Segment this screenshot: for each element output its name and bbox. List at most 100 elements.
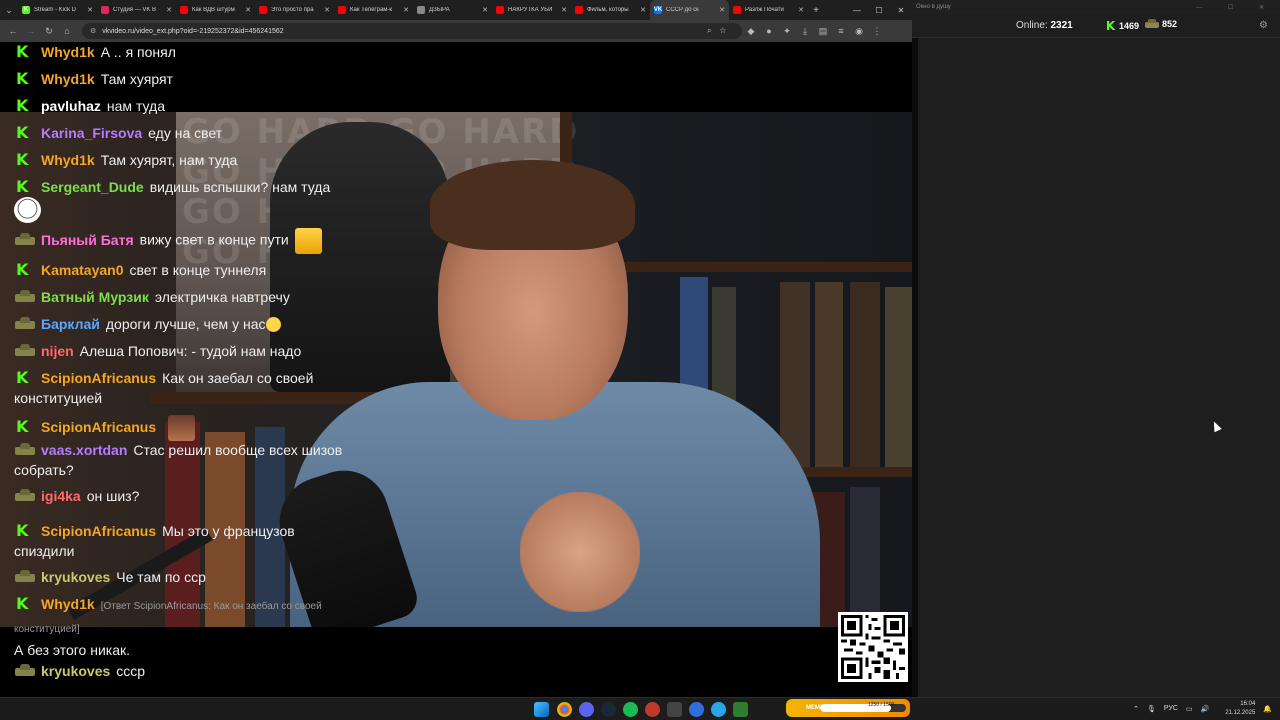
chat-username[interactable]: kryukoves xyxy=(41,569,110,585)
notification-bell-icon[interactable]: 🔔 xyxy=(1263,705,1272,713)
tab-title: ДЗЫРА xyxy=(429,7,450,13)
chat-window-controls[interactable]: — ☐ ✕ xyxy=(1196,4,1276,11)
tab-close-icon[interactable]: ✕ xyxy=(324,6,330,14)
browser-tab[interactable]: Студия — VK В ✕ xyxy=(97,0,176,20)
chat-username[interactable]: Whyd1k xyxy=(41,152,95,168)
site-info-icon[interactable]: ⚙ xyxy=(90,27,96,35)
obs-icon[interactable] xyxy=(645,702,660,717)
browser-tab[interactable]: НАКРУТКА УБИ ✕ xyxy=(492,0,571,20)
back-icon[interactable]: ← xyxy=(4,22,22,40)
browser-tab[interactable]: Разлж Почати ✕ xyxy=(729,0,808,20)
chat-message: vaas.xortdan Стас решил вообще всех шизов… xyxy=(14,440,359,480)
spotify-icon[interactable] xyxy=(623,702,638,717)
chat-username[interactable]: ScipionAfricanus xyxy=(41,523,156,539)
volume-icon[interactable]: 🔊 xyxy=(1201,705,1210,713)
man-face-emote xyxy=(168,415,196,441)
reload-icon[interactable]: ↻ xyxy=(40,22,58,40)
extension-icon[interactable]: ◆ xyxy=(742,22,760,40)
navigation-bar: ← → ↻ ⌂ ⚙ vkvideo.ru/video_ext.php?oid=-… xyxy=(0,20,912,42)
tab-favicon-icon: K xyxy=(22,6,30,14)
chat-username[interactable]: ScipionAfricanus xyxy=(41,370,156,386)
person-hair xyxy=(430,160,635,250)
browser-tab[interactable]: Фильм, которы ✕ xyxy=(571,0,650,20)
chat-username[interactable]: igi4ka xyxy=(41,488,81,504)
chat-message-text: Там хуярят xyxy=(100,71,173,87)
chat-username[interactable]: Пьяный Батя xyxy=(41,232,134,248)
chat-window: Окно в душу — ☐ ✕ Online: 2321 K 1469 85… xyxy=(912,0,1280,697)
address-bar[interactable]: ⚙ vkvideo.ru/video_ext.php?oid=-21925237… xyxy=(82,23,742,39)
tab-favicon-icon xyxy=(101,6,109,14)
tab-search-chevron-icon[interactable]: ⌄ xyxy=(0,0,18,20)
tray-language[interactable]: РУС xyxy=(1164,705,1178,712)
menu-kebab-icon[interactable]: ⋮ xyxy=(868,22,886,40)
chat-username[interactable]: Sergeant_Dude xyxy=(41,179,144,195)
chat-username[interactable]: Ватный Мурзик xyxy=(41,289,149,305)
minimize-button[interactable]: — xyxy=(846,6,868,15)
browser-tab[interactable]: Как Телеграм-к ✕ xyxy=(334,0,413,20)
chat-window-title: Окно в душу xyxy=(916,4,951,10)
chat-message: Kamatayan0 свет в конце туннеля xyxy=(14,260,359,280)
steam-icon[interactable] xyxy=(601,702,616,717)
tab-close-icon[interactable]: ✕ xyxy=(166,6,172,14)
zoom-icon[interactable]: ⌕ xyxy=(707,26,719,35)
microphone-tray-icon[interactable]: 🎙 xyxy=(1147,705,1156,713)
tab-close-icon[interactable]: ✕ xyxy=(561,6,567,14)
media-player-icon[interactable] xyxy=(689,702,704,717)
telegram-icon[interactable] xyxy=(711,702,726,717)
chat-username[interactable]: Whyd1k xyxy=(41,71,95,87)
chrome-icon[interactable] xyxy=(557,702,572,717)
app-icon[interactable] xyxy=(667,702,682,717)
app-icon[interactable] xyxy=(733,702,748,717)
chat-username[interactable]: pavluhaz xyxy=(41,98,101,114)
clock-date: 21.12.2025 xyxy=(1225,709,1256,716)
windows-start-icon[interactable] xyxy=(534,702,549,717)
chat-username[interactable]: Whyd1k xyxy=(41,596,95,612)
chat-username[interactable]: Kamatayan0 xyxy=(41,262,124,278)
discord-icon[interactable] xyxy=(579,702,594,717)
home-icon[interactable]: ⌂ xyxy=(58,22,76,40)
tab-favicon-icon: VK xyxy=(653,6,663,14)
tank-viewers-stat: 852 xyxy=(1144,19,1177,29)
maximize-button[interactable]: ☐ xyxy=(868,6,890,15)
browser-tab[interactable]: Как ВДВ штурм ✕ xyxy=(176,0,255,20)
chat-username[interactable]: Барклай xyxy=(41,316,100,332)
kick-badge-icon xyxy=(14,260,36,280)
chat-username[interactable]: ScipionAfricanus xyxy=(41,419,156,435)
chat-username[interactable]: Karina_Firsova xyxy=(41,125,142,141)
profile-avatar-icon[interactable]: ◉ xyxy=(850,22,868,40)
tab-favicon-icon xyxy=(338,6,346,14)
tray-chevron-icon[interactable]: ⌃ xyxy=(1133,705,1139,713)
browser-tab[interactable]: Это просто пра ✕ xyxy=(255,0,334,20)
browser-tab[interactable]: VK СССР до ск ✕ xyxy=(650,0,729,20)
url-text: vkvideo.ru/video_ext.php?oid=-219252372&… xyxy=(102,27,284,35)
settings-icon[interactable]: ⚙ xyxy=(1259,20,1268,31)
tab-close-icon[interactable]: ✕ xyxy=(87,6,93,14)
reading-list-icon[interactable]: ≡ xyxy=(832,22,850,40)
chat-username[interactable]: vaas.xortdan xyxy=(41,442,127,458)
chat-message: Барклай дороги лучше, чем у нас xyxy=(14,314,359,334)
forward-icon[interactable]: → xyxy=(22,22,40,40)
browser-tab[interactable]: ДЗЫРА ✕ xyxy=(413,0,492,20)
clock[interactable]: 16:04 21.12.2025 xyxy=(1217,700,1255,718)
tab-close-icon[interactable]: ✕ xyxy=(245,6,251,14)
tab-close-icon[interactable]: ✕ xyxy=(640,6,646,14)
tab-close-icon[interactable]: ✕ xyxy=(719,6,725,14)
chat-username[interactable]: kryukoves xyxy=(41,663,110,679)
sidebar-icon[interactable]: ▤ xyxy=(814,22,832,40)
bookmark-star-icon[interactable]: ☆ xyxy=(719,26,734,35)
tab-close-icon[interactable]: ✕ xyxy=(482,6,488,14)
extensions-puzzle-icon[interactable]: ✦ xyxy=(778,22,796,40)
chat-message: kryukoves Че там по сср xyxy=(14,567,359,587)
chat-username[interactable]: Whyd1k xyxy=(41,44,95,60)
chat-username[interactable]: nijen xyxy=(41,343,74,359)
new-tab-button[interactable]: + xyxy=(808,5,824,16)
browser-tab[interactable]: K Stream - Kick D ✕ xyxy=(18,0,97,20)
extension-adblock-icon[interactable]: ● xyxy=(760,22,778,40)
download-icon[interactable]: ⤓ xyxy=(796,22,814,40)
chat-message: Whyd1k Там хуярят xyxy=(14,69,359,89)
chat-message: Whyd1k Там хуярят, нам туда xyxy=(14,150,359,170)
close-window-button[interactable]: ✕ xyxy=(890,6,912,15)
network-icon[interactable]: ▭ xyxy=(1186,705,1193,713)
tab-close-icon[interactable]: ✕ xyxy=(403,6,409,14)
tab-close-icon[interactable]: ✕ xyxy=(798,6,804,14)
